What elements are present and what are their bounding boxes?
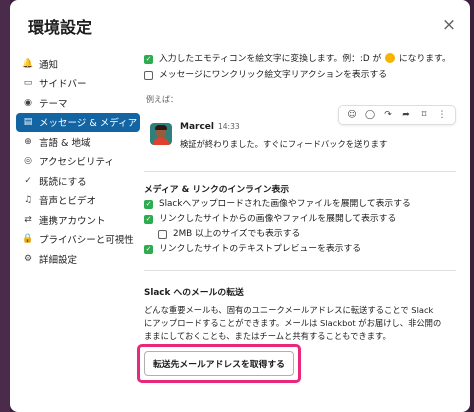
- get-forwarding-address-button[interactable]: 転送先メールアドレスを取得する: [144, 351, 294, 376]
- inline-option[interactable]: ✓ Slackへアップロードされた画像やファイルを展開して表示する: [144, 198, 464, 211]
- sidebar-item-label: 音声とビデオ: [39, 196, 97, 207]
- modal-header: 環境設定: [10, 0, 470, 52]
- sidebar-item-label: 詳細設定: [39, 254, 78, 266]
- settings-sidebar: 🔔 通知 ▭ サイドバー ◉ テーマ ▤ メッセージ & メディア ⊕ 言語 & 地域 ◎ アクセシビ…: [16, 54, 140, 269]
- add-reaction-icon[interactable]: ☺: [343, 110, 361, 120]
- divider: [144, 171, 456, 172]
- backdrop: [0, 0, 10, 412]
- sidebar-item-label: 言語 & 地域: [39, 137, 91, 149]
- more-actions-icon[interactable]: ⋮: [433, 110, 451, 120]
- inline-option-label: Slackへアップロードされた画像やファイルを展開して表示する: [159, 199, 411, 209]
- inline-option[interactable]: ✓ リンクしたサイトのテキストプレビューを表示する: [144, 243, 464, 256]
- checkbox-checked-icon[interactable]: ✓: [144, 215, 153, 224]
- modal-title: 環境設定: [28, 18, 93, 37]
- email-forward-title: Slack へのメールの転送: [144, 288, 244, 298]
- message-text: 検証が終わりました。すぐにフィードバックを送ります: [180, 139, 388, 149]
- message-preview: Marcel 14:33 検証が終わりました。すぐにフィードバックを送ります ☺ …: [144, 105, 456, 155]
- message-actions-toolbar: ☺ ◯ ↷ ➦ ⌑ ⋮: [338, 105, 456, 125]
- accessibility-icon: ◎: [24, 156, 32, 166]
- smile-emoji-icon: [385, 53, 396, 63]
- sidebar-item-privacy-visibility[interactable]: 🔒 プライバシーと可視性: [16, 230, 140, 249]
- sidebar-item-label: 連携アカウント: [39, 215, 106, 227]
- sidebar-item-label: プライバシーと可視性: [39, 235, 134, 246]
- check-icon: ✓: [24, 175, 32, 186]
- headphones-icon: ♫: [23, 195, 33, 205]
- bell-icon: 🔔: [22, 58, 34, 69]
- checkbox-unchecked-icon[interactable]: [158, 230, 167, 239]
- sidebar-item-advanced[interactable]: ⚙ 詳細設定: [16, 249, 140, 268]
- emoji-convert-label: 入力したエモティコンを絵文字に変換します。例：:D が になります。: [159, 53, 451, 64]
- sidebar-item-language-region[interactable]: ⊕ 言語 & 地域: [16, 132, 140, 151]
- checkbox-checked-icon[interactable]: ✓: [144, 55, 153, 64]
- forward-icon[interactable]: ↷: [379, 110, 397, 120]
- lock-icon: 🔒: [22, 234, 34, 244]
- sidebar-item-label: 既読にする: [39, 176, 87, 188]
- avatar: [150, 123, 172, 145]
- checkbox-checked-icon[interactable]: ✓: [144, 245, 153, 254]
- close-icon[interactable]: ×: [438, 14, 460, 36]
- email-forward-description: どんな重要メールも、固有のユニークメールアドレスに転送することで Slack に…: [144, 305, 442, 341]
- sidebar-item-connected-accounts[interactable]: ⇄ 連携アカウント: [16, 210, 140, 229]
- message-author: Marcel 14:33: [180, 122, 240, 132]
- example-label: 例えば：: [146, 95, 178, 104]
- inline-media-title: メディア & リンクのインライン表示: [144, 185, 290, 195]
- gear-icon: ⚙: [23, 253, 33, 264]
- highlight-box: 転送先メールアドレスを取得する: [137, 344, 301, 383]
- share-icon[interactable]: ➦: [397, 110, 415, 120]
- sidebar-item-messages-media[interactable]: ▤ メッセージ & メディア: [16, 112, 140, 132]
- message-time: 14:33: [218, 122, 240, 131]
- inline-option-label: リンクしたサイトのテキストプレビューを表示する: [159, 244, 362, 254]
- emoji-convert-option[interactable]: ✓ 入力したエモティコンを絵文字に変換します。例：:D が になります。: [144, 53, 464, 66]
- theme-icon: ◉: [24, 97, 32, 108]
- sidebar-item-mark-as-read[interactable]: ✓ 既読にする: [16, 171, 140, 190]
- sidebar-item-sidebar[interactable]: ▭ サイドバー: [16, 74, 140, 93]
- one-click-reaction-option[interactable]: メッセージにワンクリック絵文字リアクションを表示する: [144, 69, 464, 82]
- checkbox-unchecked-icon[interactable]: [144, 71, 153, 80]
- sidebar-item-notifications[interactable]: 🔔 通知: [16, 54, 140, 73]
- sidebar-item-label: テーマ: [39, 98, 68, 110]
- sidebar-item-label: サイドバー: [39, 79, 87, 90]
- inline-option[interactable]: ✓ リンクしたサイトからの画像やファイルを展開して表示する: [144, 213, 464, 226]
- message-icon: ▤: [23, 117, 33, 127]
- inline-option-label: 2MB 以上のサイズでも表示する: [173, 229, 301, 239]
- sidebar-item-label: 通知: [39, 59, 59, 71]
- sidebar-item-themes[interactable]: ◉ テーマ: [16, 93, 140, 112]
- inline-option-label: リンクしたサイトからの画像やファイルを展開して表示する: [159, 214, 397, 224]
- inline-media-options: ✓ Slackへアップロードされた画像やファイルを展開して表示する ✓ リンクしたサイ…: [144, 198, 464, 256]
- reply-thread-icon[interactable]: ◯: [361, 110, 379, 120]
- sidebar-item-audio-video[interactable]: ♫ 音声とビデオ: [16, 191, 140, 210]
- inline-option[interactable]: 2MB 以上のサイズでも表示する: [144, 228, 464, 241]
- sidebar-icon: ▭: [23, 78, 33, 88]
- preferences-modal: 環境設定 × 🔔 通知 ▭ サイドバー ◉ テーマ ▤ メッセージ & メディア ⊕ 言語 & 地…: [10, 0, 470, 412]
- link-icon: ⇄: [24, 214, 32, 225]
- globe-icon: ⊕: [24, 136, 32, 147]
- sidebar-item-accessibility[interactable]: ◎ アクセシビリティ: [16, 152, 140, 171]
- sidebar-item-label: アクセシビリティ: [39, 157, 114, 168]
- checkbox-checked-icon[interactable]: ✓: [144, 200, 153, 209]
- sidebar-item-label: メッセージ & メディア: [39, 118, 138, 129]
- bookmark-icon[interactable]: ⌑: [415, 110, 433, 120]
- one-click-reaction-label: メッセージにワンクリック絵文字リアクションを表示する: [159, 70, 388, 80]
- divider: [144, 270, 456, 271]
